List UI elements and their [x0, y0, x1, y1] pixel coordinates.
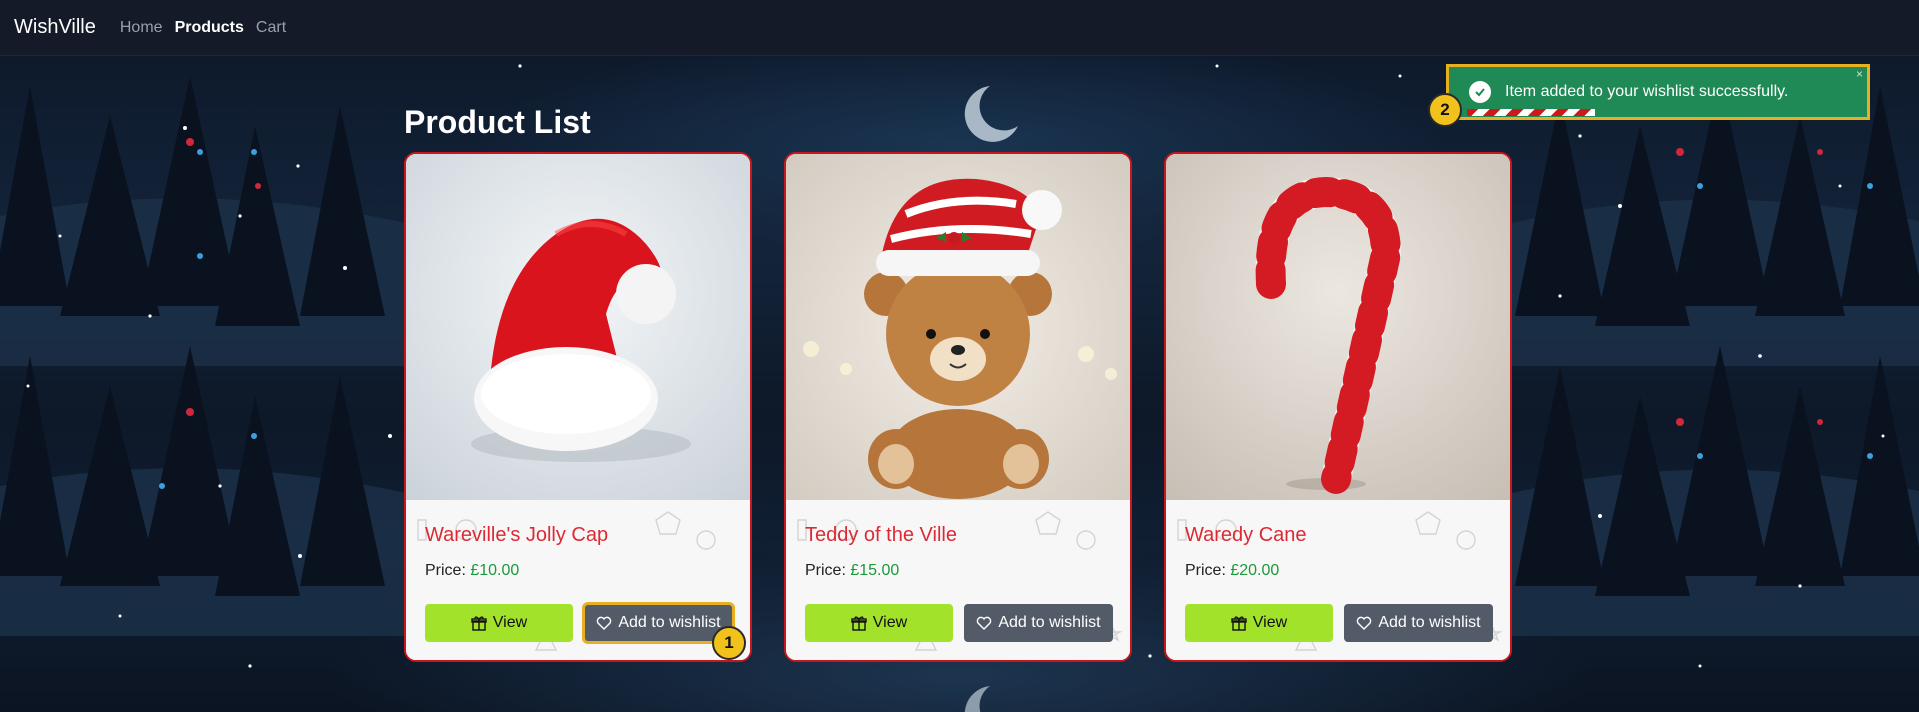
nav-link-home[interactable]: Home — [120, 19, 163, 37]
add-to-wishlist-button[interactable]: Add to wishlist — [1344, 604, 1493, 642]
view-button-label: View — [872, 614, 908, 631]
gift-icon — [471, 616, 487, 631]
add-to-wishlist-button[interactable]: Add to wishlist — [964, 604, 1113, 642]
gift-icon — [851, 616, 867, 631]
product-price: Price: £10.00 — [425, 562, 519, 580]
product-title[interactable]: Teddy of the Ville — [805, 524, 957, 547]
view-button[interactable]: View — [1185, 604, 1333, 642]
nav-link-cart[interactable]: Cart — [256, 19, 286, 37]
view-button-label: View — [1252, 614, 1288, 631]
heart-icon — [977, 616, 992, 630]
success-toast[interactable]: Item added to your wishlist successfully… — [1446, 64, 1870, 120]
price-label: Price: — [425, 562, 466, 579]
card-body: Waredy Cane Price: £20.00 View Add to wi… — [1166, 500, 1510, 660]
brand-logo[interactable]: WishVille — [14, 16, 96, 39]
product-card: Teddy of the Ville Price: £15.00 View Ad… — [784, 152, 1132, 662]
close-icon[interactable]: × — [1856, 67, 1863, 81]
view-button[interactable]: View — [805, 604, 953, 642]
view-button-label: View — [492, 614, 528, 631]
page-title: Product List — [404, 104, 591, 140]
product-title[interactable]: Waredy Cane — [1185, 524, 1307, 547]
card-body: Wareville's Jolly Cap Price: £10.00 View… — [406, 500, 750, 660]
wishlist-button-label: Add to wishlist — [998, 614, 1101, 631]
product-card: Waredy Cane Price: £20.00 View Add to wi… — [1164, 152, 1512, 662]
nav-link-products[interactable]: Products — [175, 19, 244, 37]
product-price: Price: £15.00 — [805, 562, 899, 580]
heart-icon — [1357, 616, 1372, 630]
view-button[interactable]: View — [425, 604, 573, 642]
top-navbar: WishVille Home Products Cart — [0, 0, 1919, 56]
product-title[interactable]: Wareville's Jolly Cap — [425, 524, 608, 547]
price-value: £10.00 — [470, 562, 520, 579]
price-label: Price: — [1185, 562, 1226, 579]
toast-progress-bar — [1467, 109, 1595, 116]
check-circle-icon — [1469, 81, 1491, 103]
price-label: Price: — [805, 562, 846, 579]
product-card: Wareville's Jolly Cap Price: £10.00 View… — [404, 152, 752, 662]
toast-message: Item added to your wishlist successfully… — [1505, 83, 1789, 100]
santa-hat-image — [406, 154, 750, 500]
heart-icon — [597, 616, 612, 630]
candy-cane-image — [1166, 154, 1510, 500]
gift-icon — [1231, 616, 1247, 631]
teddy-bear-image — [786, 154, 1130, 500]
price-value: £15.00 — [850, 562, 900, 579]
card-body: Teddy of the Ville Price: £15.00 View Ad… — [786, 500, 1130, 660]
wishlist-button-label: Add to wishlist — [618, 614, 721, 631]
add-to-wishlist-button[interactable]: Add to wishlist — [582, 602, 735, 644]
annotation-marker-2: 2 — [1428, 93, 1462, 127]
product-price: Price: £20.00 — [1185, 562, 1279, 580]
price-value: £20.00 — [1230, 562, 1280, 579]
wishlist-button-label: Add to wishlist — [1378, 614, 1481, 631]
annotation-marker-1: 1 — [712, 626, 746, 660]
